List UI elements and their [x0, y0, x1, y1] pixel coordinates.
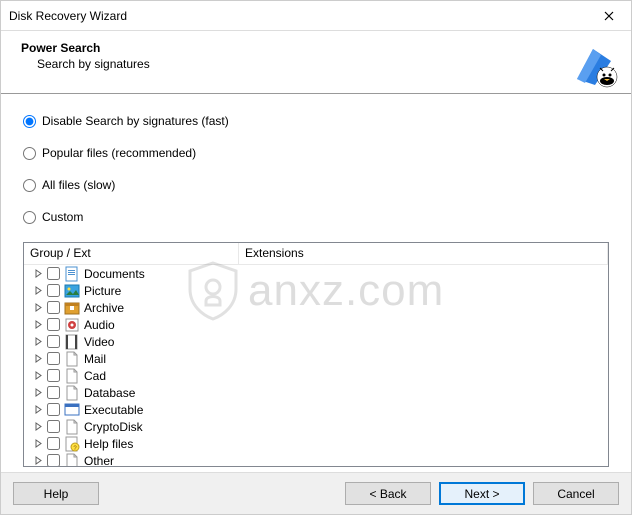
file-type-icon [64, 419, 80, 435]
tree-checkbox[interactable] [47, 420, 60, 433]
tree-checkbox[interactable] [47, 352, 60, 365]
cancel-button[interactable]: Cancel [533, 482, 619, 505]
file-type-icon [64, 453, 80, 467]
tree-item-label: Help files [84, 437, 133, 451]
radio-popular[interactable] [23, 147, 36, 160]
tree-header: Group / Ext Extensions [24, 243, 608, 265]
radio-disable-label: Disable Search by signatures (fast) [42, 114, 229, 128]
tree-checkbox[interactable] [47, 284, 60, 297]
header-title: Power Search [21, 41, 571, 55]
radio-disable[interactable] [23, 115, 36, 128]
expand-icon[interactable] [34, 388, 43, 397]
tree-item-label: Audio [84, 318, 115, 332]
tree-item-label: Database [84, 386, 135, 400]
tree-row[interactable]: Executable [24, 401, 608, 418]
tree-row[interactable]: Database [24, 384, 608, 401]
tree-checkbox[interactable] [47, 318, 60, 331]
expand-icon[interactable] [34, 320, 43, 329]
close-button[interactable] [586, 1, 631, 30]
tree-row[interactable]: Mail [24, 350, 608, 367]
option-custom[interactable]: Custom [23, 210, 609, 224]
expand-icon[interactable] [34, 269, 43, 278]
tree-checkbox[interactable] [47, 403, 60, 416]
tree-item-label: CryptoDisk [84, 420, 143, 434]
expand-icon[interactable] [34, 371, 43, 380]
wizard-header: Power Search Search by signatures [1, 31, 631, 94]
expand-icon[interactable] [34, 405, 43, 414]
tree-checkbox[interactable] [47, 335, 60, 348]
radio-custom-label: Custom [42, 210, 83, 224]
radio-custom[interactable] [23, 211, 36, 224]
expand-icon[interactable] [34, 354, 43, 363]
file-type-icon: ? [64, 436, 80, 452]
tree-item-label: Documents [84, 267, 145, 281]
radio-all-label: All files (slow) [42, 178, 115, 192]
option-disable[interactable]: Disable Search by signatures (fast) [23, 114, 609, 128]
tree-row[interactable]: Video [24, 333, 608, 350]
expand-icon[interactable] [34, 337, 43, 346]
option-all[interactable]: All files (slow) [23, 178, 609, 192]
expand-icon[interactable] [34, 422, 43, 431]
file-type-icon [64, 300, 80, 316]
radio-all[interactable] [23, 179, 36, 192]
file-type-icon [64, 385, 80, 401]
header-icon [571, 41, 619, 89]
tree-item-label: Executable [84, 403, 143, 417]
tree-checkbox[interactable] [47, 454, 60, 466]
tree-row[interactable]: Documents [24, 265, 608, 282]
tree-checkbox[interactable] [47, 267, 60, 280]
tree-row[interactable]: Audio [24, 316, 608, 333]
file-type-icon [64, 283, 80, 299]
expand-icon[interactable] [34, 303, 43, 312]
tree-item-label: Picture [84, 284, 121, 298]
expand-icon[interactable] [34, 456, 43, 465]
window-title: Disk Recovery Wizard [9, 9, 586, 23]
file-type-icon [64, 317, 80, 333]
next-button[interactable]: Next > [439, 482, 525, 505]
tree-row[interactable]: CryptoDisk [24, 418, 608, 435]
help-button[interactable]: Help [13, 482, 99, 505]
tree-row[interactable]: Archive [24, 299, 608, 316]
tree-item-label: Other [84, 454, 114, 467]
file-type-icon [64, 368, 80, 384]
radio-popular-label: Popular files (recommended) [42, 146, 196, 160]
titlebar: Disk Recovery Wizard [1, 1, 631, 31]
tree-item-label: Video [84, 335, 114, 349]
content-area: Disable Search by signatures (fast) Popu… [1, 94, 631, 471]
file-type-tree: Group / Ext Extensions Documents Picture A… [23, 242, 609, 467]
tree-checkbox[interactable] [47, 369, 60, 382]
option-popular[interactable]: Popular files (recommended) [23, 146, 609, 160]
tree-checkbox[interactable] [47, 386, 60, 399]
file-type-icon [64, 266, 80, 282]
back-button[interactable]: < Back [345, 482, 431, 505]
tree-item-label: Archive [84, 301, 124, 315]
file-type-icon [64, 402, 80, 418]
tree-body[interactable]: Documents Picture Archive Audio Video Mail Cad… [24, 265, 608, 466]
header-subtitle: Search by signatures [37, 57, 571, 71]
file-type-icon [64, 351, 80, 367]
expand-icon[interactable] [34, 439, 43, 448]
tree-row[interactable]: Cad [24, 367, 608, 384]
file-type-icon [64, 334, 80, 350]
tree-checkbox[interactable] [47, 301, 60, 314]
tree-item-label: Mail [84, 352, 106, 366]
tree-checkbox[interactable] [47, 437, 60, 450]
tree-row[interactable]: Other [24, 452, 608, 466]
expand-icon[interactable] [34, 286, 43, 295]
tree-col-ext[interactable]: Extensions [239, 243, 608, 264]
tree-item-label: Cad [84, 369, 106, 383]
tree-col-group[interactable]: Group / Ext [24, 243, 239, 264]
tree-row[interactable]: ? Help files [24, 435, 608, 452]
tree-row[interactable]: Picture [24, 282, 608, 299]
footer: Help < Back Next > Cancel [1, 472, 631, 514]
